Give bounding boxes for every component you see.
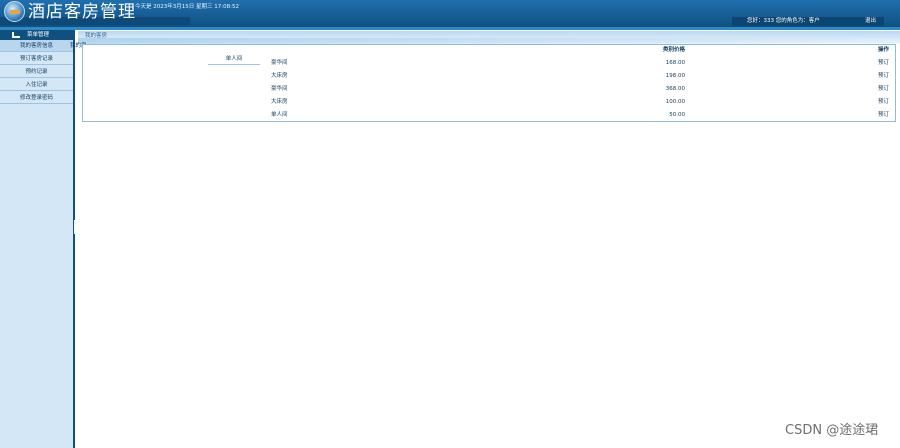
column-header-price: 类别价格 (663, 47, 686, 53)
app-title: 酒店客房管理 (28, 2, 136, 22)
table-row: 大床房 198.00 预订 (83, 70, 895, 83)
book-link[interactable]: 预订 (878, 70, 889, 83)
sidebar-item-change-password[interactable]: 修改登录密码 (0, 92, 73, 104)
room-price-cell: 100.00 (665, 99, 685, 105)
room-price-cell: 368.00 (665, 86, 685, 92)
book-link[interactable]: 预订 (878, 96, 889, 109)
book-link[interactable]: 预订 (878, 109, 889, 122)
hotel-logo-icon (4, 1, 25, 22)
table-row: 单人间 50.00 预订 (83, 109, 895, 122)
header-divider (0, 27, 900, 30)
app-window: 酒店客房管理 今天是 2023年3月15日 星期三 17:08:52 您好：33… (0, 0, 900, 448)
logout-link[interactable]: 退出 (865, 18, 876, 25)
sidebar-header-label: 菜单管理 (27, 32, 50, 38)
room-name-cell: 单人间 (271, 112, 288, 118)
table-row: 豪华间 368.00 预订 (83, 83, 895, 96)
sidebar-item-my-room-info[interactable]: 我的客房信息 (0, 40, 73, 52)
room-price-cell: 168.00 (665, 60, 685, 66)
sidebar: 菜单管理 我的客房信息 预订客房记录 预约记录 入住记录 修改登录密码 (0, 30, 75, 448)
room-price-cell: 198.00 (665, 73, 685, 79)
sidebar-item-reservation-records[interactable]: 预约记录 (0, 66, 73, 78)
header: 酒店客房管理 今天是 2023年3月15日 星期三 17:08:52 您好：33… (0, 0, 900, 27)
table-row: 大床房 100.00 预订 (83, 96, 895, 109)
sidebar-item-booking-records[interactable]: 预订客房记录 (0, 53, 73, 65)
room-table-panel: 类别价格 操作 单人间 豪华间 168.00 预订 大床房 198.00 预订 … (82, 44, 896, 122)
user-info: 您好：333 您的角色为：客户 (747, 18, 820, 24)
menu-icon (12, 32, 20, 38)
sidebar-header[interactable]: 菜单管理 (0, 30, 73, 40)
room-name-cell: 豪华间 (271, 86, 288, 92)
book-link[interactable]: 预订 (878, 83, 889, 96)
book-link[interactable]: 预订 (878, 57, 889, 70)
room-name-cell: 豪华间 (271, 60, 288, 66)
current-date-text: 今天是 2023年3月15日 星期三 17:08:52 (135, 4, 239, 10)
sidebar-item-checkin-records[interactable]: 入住记录 (0, 79, 73, 91)
column-header-action: 操作 (877, 47, 889, 53)
room-price-cell: 50.00 (669, 112, 685, 118)
sidebar-collapse-handle[interactable] (74, 220, 76, 234)
breadcrumb: 我的客房 (85, 33, 108, 39)
watermark: CSDN @途途珺 (785, 423, 879, 438)
room-name-cell: 大床房 (271, 99, 288, 105)
room-name-cell: 大床房 (271, 73, 288, 79)
table-row: 豪华间 168.00 预订 (83, 57, 895, 70)
